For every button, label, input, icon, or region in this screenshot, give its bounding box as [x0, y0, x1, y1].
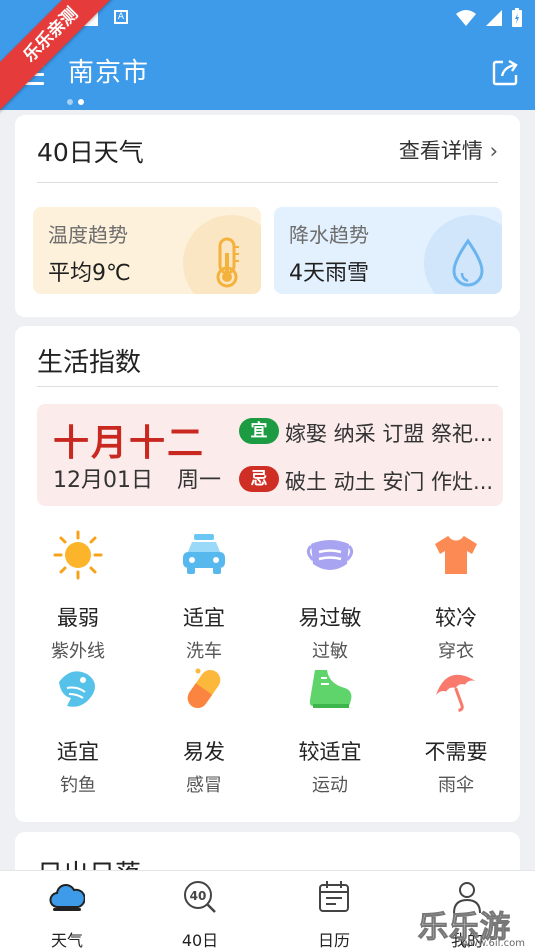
forty-day-icon: 40 — [184, 881, 216, 913]
inauspicious-items: 破土 动土 安门 作灶... — [285, 470, 494, 494]
thermometer-icon — [216, 237, 239, 288]
umbrella-icon — [435, 674, 476, 712]
index-name: 洗车 — [186, 641, 222, 662]
precipitation-trend-label: 降水趋势 — [289, 223, 369, 247]
app-header: 南京市 — [0, 36, 535, 110]
index-car-wash[interactable]: 适宜 洗车 — [141, 530, 267, 663]
temperature-trend-tile[interactable]: 温度趋势 平均9℃ — [33, 207, 261, 294]
svg-text:40: 40 — [190, 889, 207, 903]
solar-date: 12月01日 — [53, 468, 153, 493]
forty-day-card: 40日天气 查看详情 › 温度趋势 平均9℃ 降水趋势 4天雨雪 — [15, 115, 520, 317]
battery-icon — [512, 8, 522, 27]
index-name: 穿衣 — [438, 641, 474, 662]
index-allergy[interactable]: 易过敏 过敏 — [267, 530, 393, 663]
life-index-card: 生活指数 十月十二 12月01日 周一 宜 嫁娶 纳采 订盟 祭祀... 忌 破… — [15, 326, 520, 822]
index-value: 较冷 — [435, 606, 477, 630]
precipitation-trend-tile[interactable]: 降水趋势 4天雨雪 — [274, 207, 502, 294]
index-uv[interactable]: 最弱 紫外线 — [15, 530, 141, 663]
index-name: 钓鱼 — [60, 775, 96, 796]
life-index-title: 生活指数 — [37, 348, 142, 378]
precipitation-trend-value: 4天雨雪 — [289, 261, 369, 286]
index-cold[interactable]: 易发 感冒 — [141, 664, 267, 797]
auspicious-badge: 宜 — [239, 418, 279, 444]
index-value: 适宜 — [183, 606, 225, 630]
index-value: 最弱 — [57, 606, 99, 630]
car-icon — [183, 534, 225, 574]
share-icon[interactable] — [490, 58, 520, 88]
shoe-icon — [309, 670, 352, 708]
tab-label: 日历 — [317, 931, 350, 950]
index-value: 易发 — [183, 740, 225, 764]
weekday: 周一 — [177, 468, 222, 493]
tab-weather[interactable]: 天气 — [22, 879, 112, 951]
city-title[interactable]: 南京市 — [68, 52, 149, 89]
cloud-icon — [49, 884, 86, 911]
auspicious-items: 嫁娶 纳采 订盟 祭祀... — [285, 422, 494, 446]
view-details-link[interactable]: 查看详情 › — [399, 135, 498, 165]
signal-icon — [486, 10, 502, 26]
divider — [37, 386, 498, 387]
index-umbrella[interactable]: 不需要 雨伞 — [393, 664, 519, 797]
almanac-panel[interactable]: 十月十二 12月01日 周一 宜 嫁娶 纳采 订盟 祭祀... 忌 破土 动土 … — [37, 404, 503, 506]
watermark: 乐乐游戏 www.6il.com — [418, 872, 535, 952]
calendar-icon — [319, 881, 349, 912]
temperature-trend-label: 温度趋势 — [48, 223, 128, 247]
chevron-right-icon: › — [489, 139, 498, 163]
temperature-trend-value: 平均9℃ — [48, 261, 131, 286]
sun-icon — [53, 530, 103, 580]
index-fishing[interactable]: 适宜 钓鱼 — [15, 664, 141, 797]
tab-calendar[interactable]: 日历 — [289, 879, 379, 951]
inauspicious-badge: 忌 — [239, 466, 279, 492]
tab-label: 40日 — [181, 931, 219, 950]
index-value: 易过敏 — [298, 606, 362, 630]
page-dot — [67, 99, 73, 105]
index-dressing[interactable]: 较冷 穿衣 — [393, 530, 519, 663]
fish-icon — [59, 671, 95, 707]
tab-label: 天气 — [50, 931, 83, 950]
index-value: 不需要 — [424, 740, 488, 764]
page-indicator — [67, 90, 89, 109]
watermark-url: www.6il.com — [461, 938, 525, 949]
index-sports[interactable]: 较适宜 运动 — [267, 664, 393, 797]
index-name: 雨伞 — [438, 775, 474, 796]
index-value: 适宜 — [57, 740, 99, 764]
mask-icon — [306, 540, 354, 570]
shirt-icon — [435, 536, 477, 574]
index-name: 过敏 — [312, 641, 348, 662]
index-name: 运动 — [312, 775, 348, 796]
forty-day-title: 40日天气 — [37, 138, 144, 167]
page-dot-active — [78, 99, 84, 105]
tab-40-day[interactable]: 40 40日 — [155, 879, 245, 951]
divider — [37, 182, 498, 183]
index-name: 紫外线 — [51, 641, 105, 662]
pill-icon — [187, 668, 221, 709]
raindrop-icon — [452, 238, 484, 287]
index-name: 感冒 — [186, 775, 222, 796]
a-notification-icon: A — [114, 10, 128, 24]
wifi-icon — [456, 10, 476, 26]
lunar-date: 十月十二 — [53, 422, 206, 464]
index-value: 较适宜 — [298, 740, 362, 764]
